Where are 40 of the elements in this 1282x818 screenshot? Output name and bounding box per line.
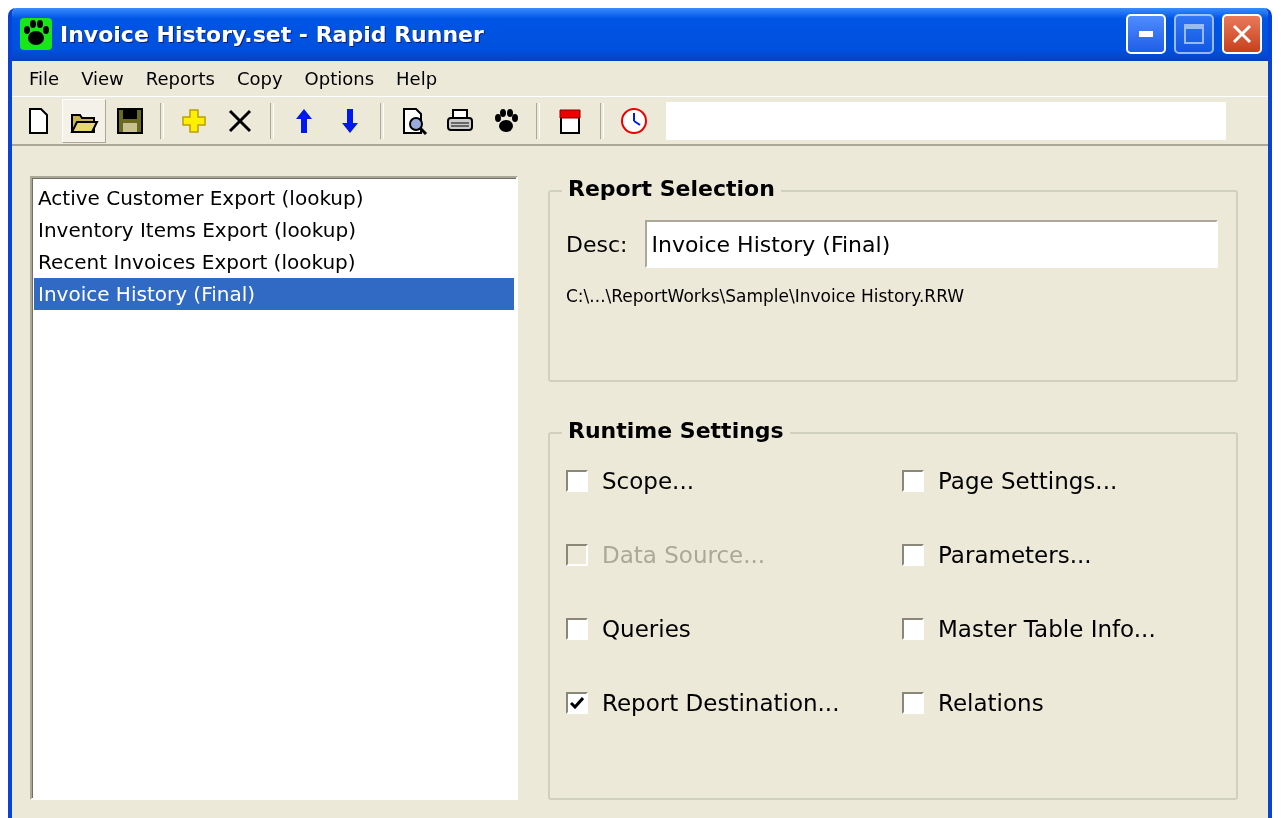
minimize-button[interactable] (1126, 14, 1166, 55)
checkbox[interactable] (566, 692, 588, 714)
menu-item[interactable]: Help (385, 67, 449, 89)
checkbox[interactable] (902, 470, 924, 492)
menu-item[interactable]: Reports (134, 67, 226, 89)
menu-item[interactable]: View (70, 67, 135, 89)
checkbox[interactable] (902, 618, 924, 640)
report-list-item[interactable]: Recent Invoices Export (lookup) (34, 246, 514, 278)
checkbox-label: Report Destination... (602, 690, 840, 716)
checkbox[interactable] (566, 470, 588, 492)
paw-print-icon (20, 18, 52, 51)
checkbox-label: Scope... (602, 468, 694, 494)
checkbox-label: Relations (938, 690, 1044, 716)
checkbox-label: Queries (602, 616, 691, 642)
checkbox[interactable] (566, 618, 588, 640)
checkbox-label: Parameters... (938, 542, 1092, 568)
desc-label: Desc: (566, 231, 628, 257)
menu-item[interactable]: Options (293, 67, 385, 89)
maximize-icon (1184, 24, 1204, 45)
report-list-item[interactable]: Active Customer Export (lookup) (34, 182, 514, 214)
window-title: Invoice History.set - Rapid Runner (60, 21, 485, 47)
report-list-item[interactable]: Invoice History (Final) (34, 278, 514, 310)
checkbox-label: Data Source... (602, 542, 766, 568)
report-list-item[interactable]: Inventory Items Export (lookup) (34, 214, 514, 246)
toolbar-button[interactable] (62, 98, 106, 143)
clock-icon (619, 105, 649, 136)
toolbar-field[interactable] (666, 101, 1226, 140)
menu-item[interactable]: Copy (225, 67, 294, 89)
checkbox[interactable] (902, 692, 924, 714)
maximize-button[interactable] (1174, 14, 1214, 55)
close-button[interactable] (1222, 14, 1262, 55)
close-icon (1232, 24, 1252, 45)
check-mark-icon (570, 697, 584, 709)
minimize-icon (1139, 31, 1153, 38)
checkbox-label: Page Settings... (938, 468, 1118, 494)
report-path: C:\...\ReportWorks\Sample\Invoice History.RRW (566, 286, 966, 306)
menu-item[interactable]: File (18, 67, 71, 89)
checkbox-label: Master Table Info... (938, 616, 1156, 642)
desc-field[interactable]: Invoice History (Final) (645, 220, 1218, 268)
checkbox[interactable] (902, 544, 924, 566)
